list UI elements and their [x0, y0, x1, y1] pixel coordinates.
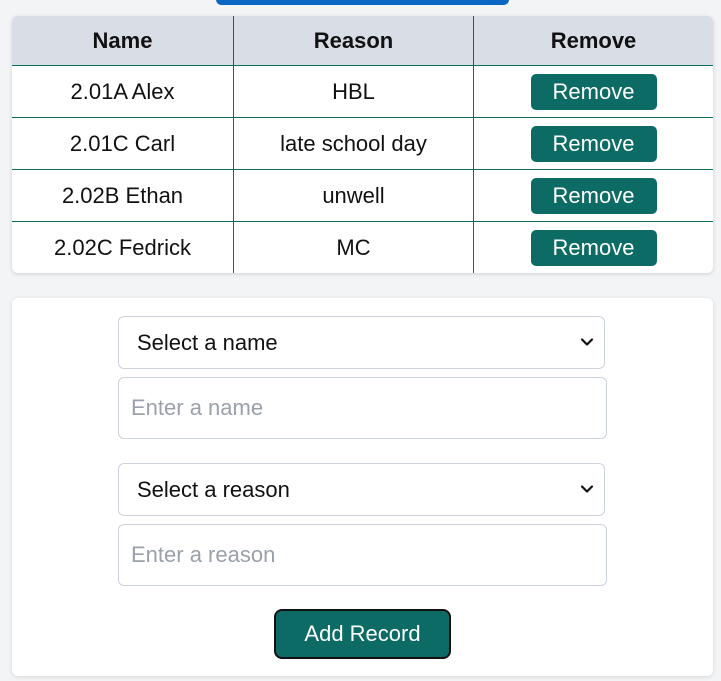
- add-record-form: Select a name Select a reason Add Record: [12, 298, 713, 676]
- row-reason: late school day: [233, 117, 474, 170]
- chevron-down-icon: [580, 485, 594, 493]
- records-table-card: Name Reason Remove 2.01A Alex HBL Remove…: [12, 16, 713, 273]
- row-reason: MC: [233, 221, 474, 273]
- name-select-value: Select a name: [137, 329, 278, 355]
- row-name: 2.01A Alex: [12, 65, 234, 118]
- chevron-down-icon: [580, 338, 594, 346]
- table-row: 2.02B Ethan unwell Remove: [12, 169, 713, 222]
- row-action: Remove: [473, 169, 713, 222]
- table-row: 2.01C Carl late school day Remove: [12, 117, 713, 170]
- name-input[interactable]: [118, 377, 607, 439]
- row-action: Remove: [473, 117, 713, 170]
- reason-select-value: Select a reason: [137, 476, 290, 502]
- header-remove: Remove: [473, 16, 713, 66]
- row-reason: unwell: [233, 169, 474, 222]
- row-action: Remove: [473, 65, 713, 118]
- table-header-row: Name Reason Remove: [12, 16, 713, 66]
- row-action: Remove: [474, 222, 714, 274]
- row-name: 2.02B Ethan: [12, 169, 234, 222]
- row-name: 2.01C Carl: [12, 117, 234, 170]
- name-select[interactable]: Select a name: [118, 316, 605, 369]
- remove-button[interactable]: Remove: [530, 229, 657, 266]
- header-name: Name: [12, 16, 234, 66]
- table-row: 2.01A Alex HBL Remove: [12, 65, 713, 118]
- add-record-button[interactable]: Add Record: [274, 609, 451, 659]
- row-reason: HBL: [233, 65, 474, 118]
- records-table: Name Reason Remove 2.01A Alex HBL Remove…: [12, 16, 713, 273]
- remove-button[interactable]: Remove: [530, 125, 657, 162]
- reason-input[interactable]: [118, 524, 607, 586]
- row-name: 2.02C Fedrick: [12, 221, 234, 273]
- header-reason: Reason: [233, 16, 474, 66]
- remove-button[interactable]: Remove: [530, 73, 657, 110]
- top-bar-button[interactable]: [216, 0, 509, 5]
- reason-select[interactable]: Select a reason: [118, 463, 605, 516]
- remove-button[interactable]: Remove: [530, 177, 657, 214]
- table-row: 2.02C Fedrick MC Remove: [12, 221, 714, 274]
